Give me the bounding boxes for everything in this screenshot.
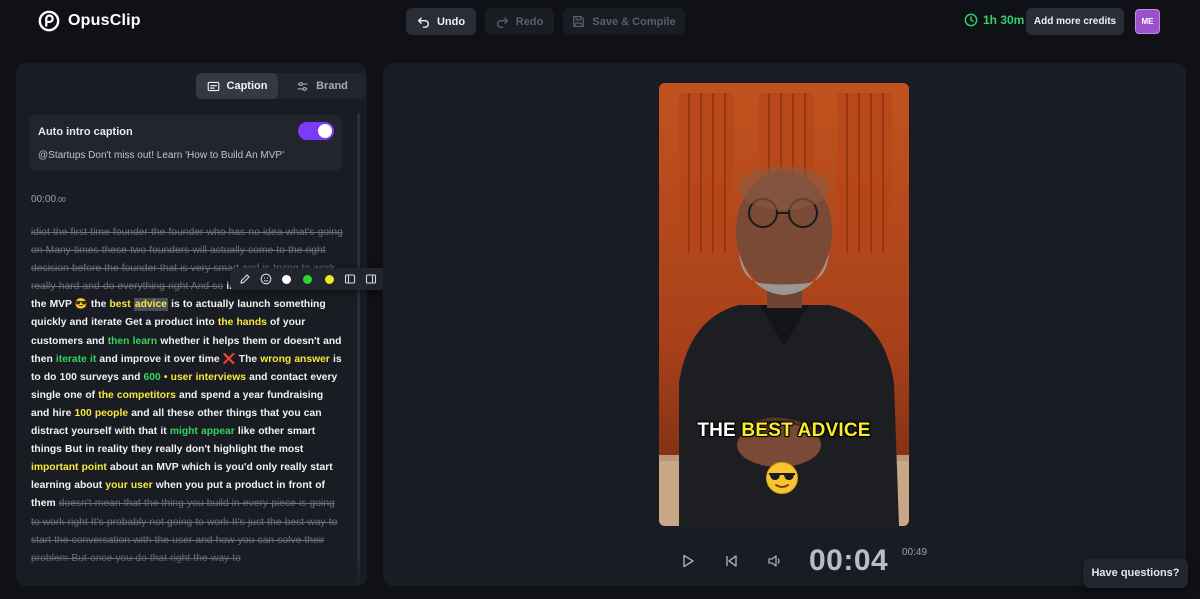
remaining-time: 1h 30m [964,13,1024,27]
app-name: OpusClip [68,12,141,29]
undo-button[interactable]: Undo [406,8,476,35]
sunglasses-emoji-icon [766,462,798,494]
preview-panel: THE BEST ADVICE 😎 00:04 00:49 [383,63,1186,586]
total-duration: 00:49 [902,547,928,558]
redo-button[interactable]: Redo [485,8,554,35]
layout-left-icon [345,274,356,284]
video-preview[interactable]: THE BEST ADVICE 😎 [659,83,909,526]
save-compile-label: Save & Compile [592,15,676,28]
caption-word-highlight: BEST ADVICE [741,420,871,441]
color-white-swatch [282,274,292,284]
emoji-add-icon [260,273,272,285]
color-green-button[interactable] [301,272,315,286]
edit-icon [239,274,250,284]
redo-label: Redo [515,15,544,28]
transcript-segment[interactable]: 600 [144,372,161,383]
color-yellow-swatch [324,274,334,284]
transcript-segment[interactable]: the competitors [98,390,176,401]
add-emoji-button[interactable] [259,272,273,286]
skip-back-icon [726,555,737,567]
bottom-fade [16,556,367,586]
tab-caption-label: Caption [226,80,268,92]
word-edit-toolbar [230,268,407,290]
auto-intro-card: Auto intro caption @Startups Don't miss … [29,115,342,171]
caption-word-plain: THE [697,420,736,441]
layout-right-button[interactable] [364,272,378,286]
transcript-segment[interactable]: The [236,354,261,365]
transcript-segment[interactable]: • [161,372,171,383]
transcript-segment[interactable]: important point [31,462,107,473]
transcript-segment[interactable]: and improve it over time [96,354,223,365]
selected-word[interactable]: advice [133,298,168,312]
color-yellow-button[interactable] [322,272,336,286]
transcript-segment[interactable]: user interviews [171,372,246,383]
opusclip-logo-icon [38,10,60,32]
panel-scrollbar[interactable] [357,113,360,583]
caption-panel: Caption Brand Auto intro caption @Startu… [16,63,367,586]
caption-icon [207,81,219,91]
transcript-segment[interactable]: 100 people [75,408,129,419]
current-time: 00:04 [809,544,889,577]
transcript-segment[interactable]: ❌ [223,354,236,365]
transcript-segment[interactable]: the [88,299,110,310]
top-bar: OpusClip Undo Redo Save & Compile 1h 30m… [0,0,1200,44]
transcript-segment[interactable]: iterate it [56,354,96,365]
transcript-segment[interactable]: 😎 [75,299,88,310]
toggle-knob [318,124,332,138]
tab-caption[interactable]: Caption [196,73,278,99]
video-caption: THE BEST ADVICE [659,420,909,442]
transcript-segment[interactable]: doesn't mean that the thing you build in… [31,498,337,563]
timestamp-ms: .00 [56,197,66,204]
transcript-segment[interactable]: best [110,299,131,310]
layout-right-icon [366,274,377,284]
add-credits-button[interactable]: Add more credits [1026,8,1124,35]
auto-intro-text[interactable]: @Startups Don't miss out! Learn 'How to … [38,150,284,161]
undo-label: Undo [436,15,466,28]
undo-icon [417,17,429,28]
redo-icon [496,17,508,28]
panel-tabs: Caption Brand [196,73,366,99]
segment-timestamp: 00:00.00 [31,194,66,205]
remaining-time-value: 1h 30m [983,13,1025,27]
edit-word-button[interactable] [238,272,252,286]
transcript-segment[interactable]: then learn [108,336,158,347]
volume-icon [768,555,780,567]
transcript-segment[interactable]: might appear [170,426,235,437]
auto-intro-toggle[interactable] [298,122,334,140]
timestamp-main: 00:00 [31,194,57,205]
layout-left-button[interactable] [343,272,357,286]
color-white-button[interactable] [280,272,294,286]
save-compile-button[interactable]: Save & Compile [563,8,685,35]
play-button[interactable] [680,553,696,569]
sliders-icon [297,81,308,91]
transcript-segment[interactable]: wrong answer [260,354,330,365]
tab-brand-label: Brand [316,80,348,92]
clock-icon [964,13,978,27]
user-avatar[interactable]: ME [1135,9,1160,34]
color-green-swatch [303,274,313,284]
video-frame-image [659,83,909,526]
skip-back-button[interactable] [723,553,739,569]
tab-brand[interactable]: Brand [280,73,364,99]
help-button[interactable]: Have questions? [1083,558,1188,588]
app-logo[interactable]: OpusClip [38,10,141,32]
auto-intro-title: Auto intro caption [38,126,133,138]
transcript-segment[interactable]: your user [105,480,152,491]
save-icon [573,16,585,27]
volume-button[interactable] [767,553,783,569]
play-icon [683,554,694,568]
transcript-segment[interactable]: the hands [218,317,267,328]
